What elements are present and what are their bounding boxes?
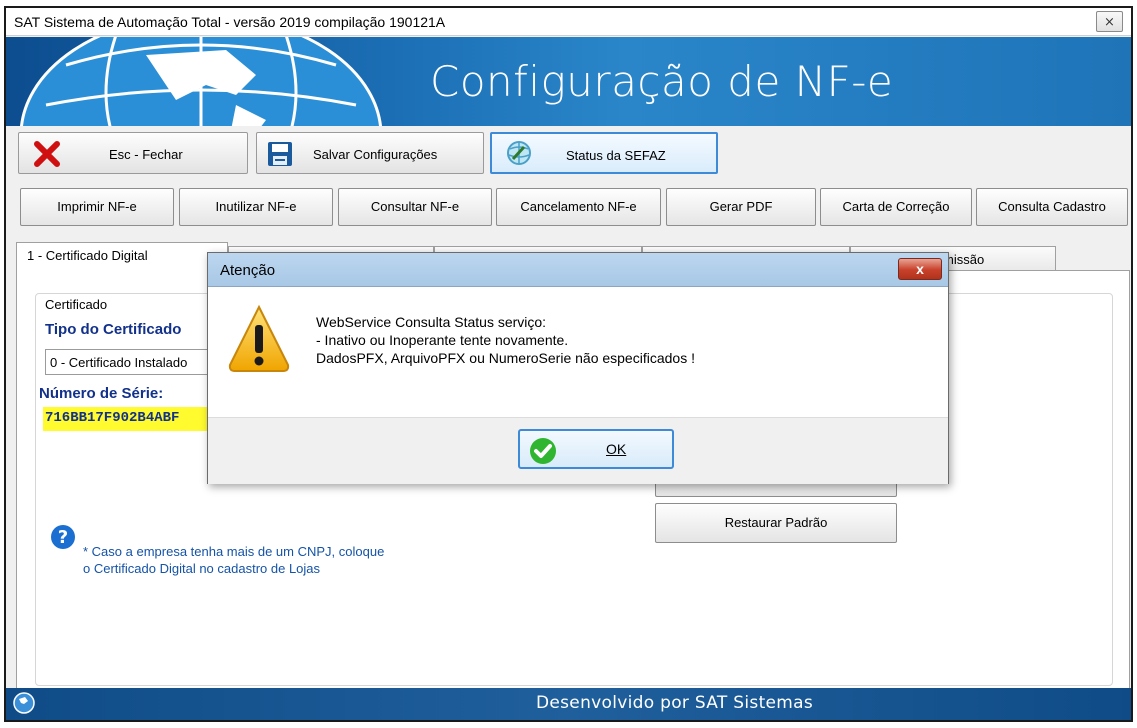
footer-bar: Desenvolvido por SAT Sistemas xyxy=(6,688,1131,720)
certificate-type-label: Tipo do Certificado xyxy=(45,321,182,338)
print-nfe-button[interactable]: Imprimir NF-e xyxy=(20,188,174,226)
svg-text:?: ? xyxy=(58,527,68,548)
dialog-title: Atenção xyxy=(220,262,276,279)
globe-logo-icon xyxy=(20,37,382,126)
dialog-title-bar: Atenção x xyxy=(208,253,948,287)
title-bar: SAT Sistema de Automação Total - versão … xyxy=(6,8,1131,36)
tab-certificado-digital[interactable]: 1 - Certificado Digital xyxy=(16,242,228,274)
window-close-button[interactable]: ⨯ xyxy=(1096,11,1123,32)
toolbar: Esc - Fechar Salvar Configurações Status… xyxy=(6,126,1131,180)
save-button-label: Salvar Configurações xyxy=(313,147,438,162)
serial-number-label: Número de Série: xyxy=(39,385,164,402)
correction-letter-button[interactable]: Carta de Correção xyxy=(820,188,972,226)
registry-query-button[interactable]: Consulta Cadastro xyxy=(976,188,1128,226)
nfe-actions-bar: Imprimir NF-e Inutilizar NF-e Consultar … xyxy=(6,184,1131,232)
cancel-nfe-button[interactable]: Cancelamento NF-e xyxy=(496,188,661,226)
restore-default-button[interactable]: Restaurar Padrão xyxy=(655,503,897,543)
dialog-message-line3: DadosPFX, ArquivoPFX ou NumeroSerie não … xyxy=(316,350,695,366)
certificate-group-label: Certificado xyxy=(43,297,110,312)
dialog-close-button[interactable]: x xyxy=(898,258,942,280)
window-title: SAT Sistema de Automação Total - versão … xyxy=(14,14,446,30)
close-button[interactable]: Esc - Fechar xyxy=(18,132,248,174)
dialog-footer: OK xyxy=(208,417,948,484)
alert-dialog: Atenção x WebService Consulta Status ser… xyxy=(207,252,949,484)
dialog-message-line2: - Inativo ou Inoperante tente novamente. xyxy=(316,332,569,348)
floppy-disk-icon xyxy=(268,142,292,166)
ok-button[interactable]: OK xyxy=(518,429,674,469)
red-x-icon xyxy=(34,141,60,167)
header-banner: Configuração de NF-e xyxy=(6,37,1131,126)
dialog-message: WebService Consulta Status serviço: - In… xyxy=(316,313,695,367)
save-button[interactable]: Salvar Configurações xyxy=(256,132,484,174)
dialog-message-line1: WebService Consulta Status serviço: xyxy=(316,314,547,330)
help-note: * Caso a empresa tenha mais de um CNPJ, … xyxy=(83,543,503,577)
warning-icon xyxy=(228,304,290,372)
globe-icon xyxy=(13,692,35,714)
query-nfe-button[interactable]: Consultar NF-e xyxy=(338,188,492,226)
page-title: Configuração de NF-e xyxy=(430,57,894,106)
ok-button-label: OK xyxy=(606,441,627,457)
void-nfe-button[interactable]: Inutilizar NF-e xyxy=(179,188,333,226)
help-note-line1: * Caso a empresa tenha mais de um CNPJ, … xyxy=(83,544,385,559)
sefaz-status-label: Status da SEFAZ xyxy=(566,148,666,163)
close-button-label: Esc - Fechar xyxy=(109,147,183,162)
generate-pdf-button[interactable]: Gerar PDF xyxy=(666,188,816,226)
footer-credit: Desenvolvido por SAT Sistemas xyxy=(536,693,814,713)
question-icon: ? xyxy=(51,525,75,549)
sefaz-status-button[interactable]: Status da SEFAZ xyxy=(490,132,718,174)
globe-status-icon xyxy=(507,141,531,165)
green-check-icon xyxy=(530,438,556,464)
help-note-line2: o Certificado Digital no cadastro de Loj… xyxy=(83,561,321,576)
